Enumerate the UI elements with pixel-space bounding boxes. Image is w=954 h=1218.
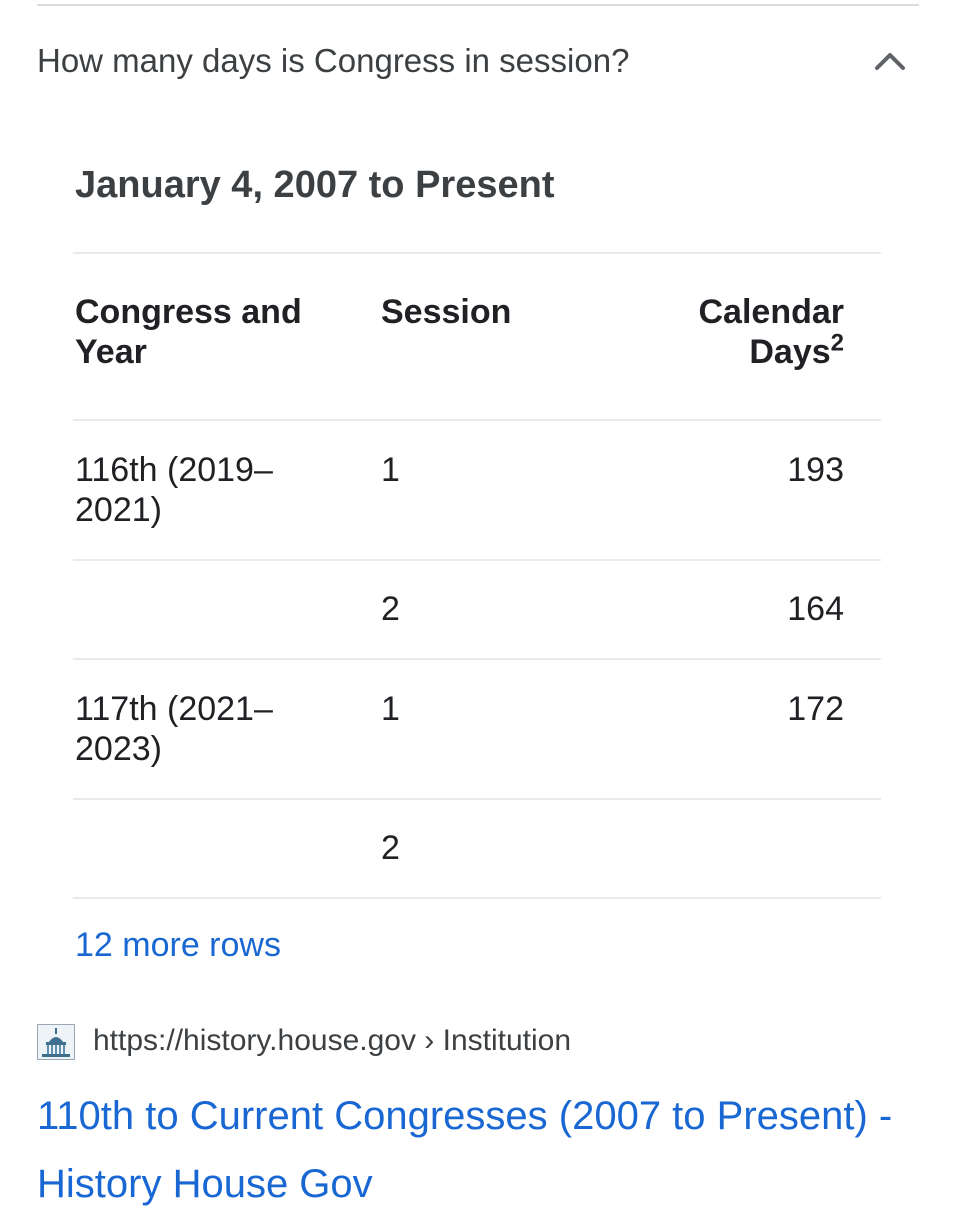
header-calendar-days: Calendar Days2 xyxy=(604,292,845,372)
header-session: Session xyxy=(381,293,512,331)
header-calendar-days-label: Calendar Days xyxy=(698,293,845,371)
more-rows-link[interactable]: 12 more rows xyxy=(75,926,281,965)
table-divider xyxy=(73,798,881,800)
row1-session: 1 xyxy=(381,451,400,489)
row3-calendar-days: 172 xyxy=(787,690,844,728)
table-divider xyxy=(73,252,881,254)
row4-session: 2 xyxy=(381,829,400,867)
row1-congress-year: 116th (2019–2021) xyxy=(75,451,273,529)
table-divider xyxy=(73,559,881,561)
row3-session: 1 xyxy=(381,690,400,728)
header-congress-year: Congress and Year xyxy=(75,293,302,371)
footnote-marker: 2 xyxy=(830,329,844,357)
table-divider xyxy=(73,897,881,899)
top-divider xyxy=(37,4,919,6)
table-title: January 4, 2007 to Present xyxy=(75,164,555,206)
row1-calendar-days: 193 xyxy=(787,451,844,489)
row2-calendar-days: 164 xyxy=(787,590,844,628)
result-title-link[interactable]: 110th to Current Congresses (2007 to Pre… xyxy=(37,1082,937,1218)
source-url[interactable]: https://history.house.gov › Institution xyxy=(93,1024,571,1058)
row3-congress-year: 117th (2021–2023) xyxy=(75,690,273,768)
table-divider xyxy=(73,658,881,660)
capitol-building-icon xyxy=(37,1024,75,1060)
table-divider xyxy=(73,419,881,421)
faq-question-row[interactable]: How many days is Congress in session? xyxy=(37,30,919,94)
faq-question: How many days is Congress in session? xyxy=(37,42,630,79)
chevron-up-icon[interactable] xyxy=(873,46,907,76)
row2-session: 2 xyxy=(381,590,400,628)
